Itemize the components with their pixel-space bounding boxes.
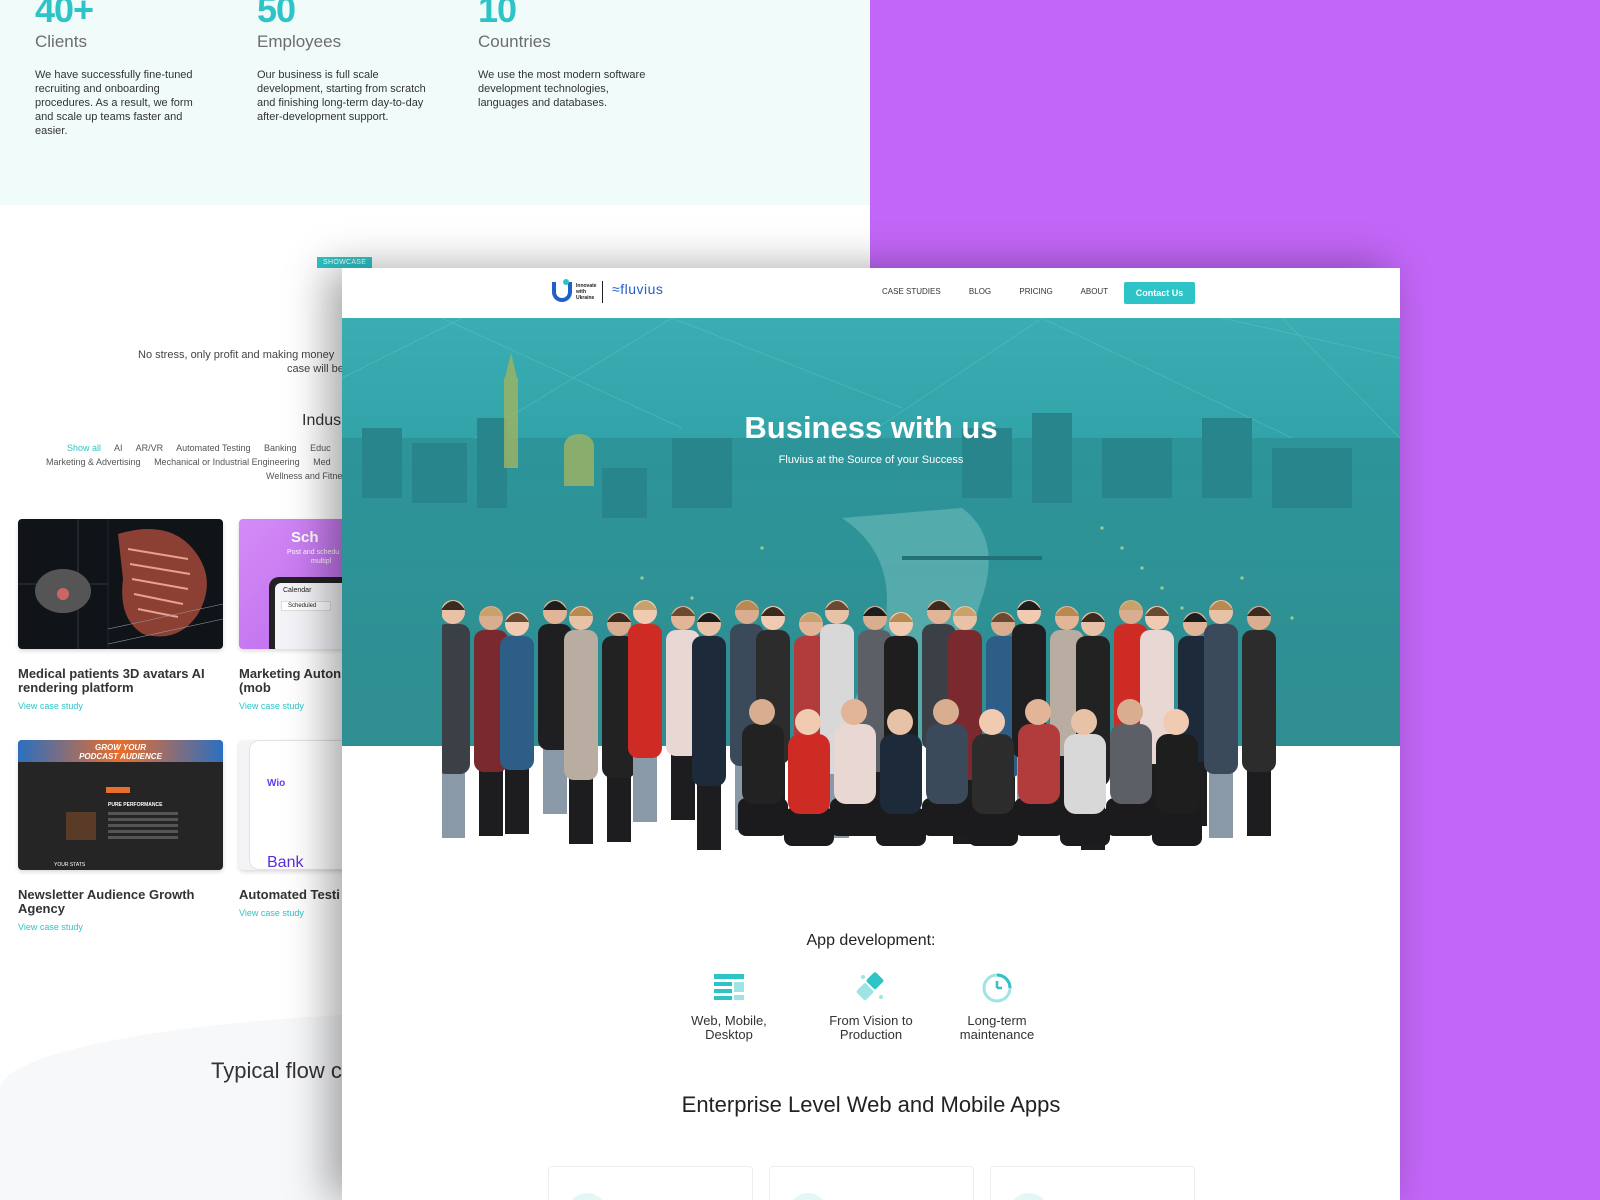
nav-case-studies[interactable]: CASE STUDIES xyxy=(882,287,941,296)
view-case-study-link[interactable]: View case study xyxy=(18,922,223,932)
nav-pricing[interactable]: PRICING xyxy=(1019,287,1052,296)
filter-banking[interactable]: Banking xyxy=(264,443,297,453)
feature-label-line-2: Desktop xyxy=(705,1027,753,1042)
medical-scan-graphic xyxy=(18,519,223,649)
medical-scan-image xyxy=(18,519,223,649)
filter-show-all[interactable]: Show all xyxy=(67,443,101,453)
team-member xyxy=(692,612,726,850)
team-member xyxy=(442,600,470,838)
section-label: PURE PERFORMANCE xyxy=(108,802,163,808)
card-icon xyxy=(788,1193,828,1200)
card-icon xyxy=(1009,1193,1049,1200)
image-logo: Wio xyxy=(267,778,286,789)
stat-description: Our business is full scale development, … xyxy=(257,69,426,123)
team-member xyxy=(500,612,534,834)
case-title: Medical patients 3D avatars AI rendering… xyxy=(18,666,205,695)
stat-number: 40+ xyxy=(35,0,94,30)
fluvius-logo[interactable]: ≈fluvius xyxy=(612,281,663,297)
filter-education[interactable]: Educ xyxy=(310,443,331,453)
industries-heading: Indus xyxy=(302,412,342,429)
podcast-image: GROW YOUR PODCAST AUDIENCE PURE PERFORMA… xyxy=(18,740,223,870)
nav-blog[interactable]: BLOG xyxy=(969,287,991,296)
filter-ar-vr[interactable]: AR/VR xyxy=(136,443,164,453)
stat-number: 50 xyxy=(257,0,296,30)
filter-wellness[interactable]: Wellness and Fitne xyxy=(266,471,342,481)
image-word: Bank xyxy=(267,854,304,870)
logo-small-text: Innovate with Ukraine xyxy=(576,283,597,301)
filter-mechanical[interactable]: Mechanical or Industrial Engineering xyxy=(154,457,300,467)
case-card-medical[interactable]: Medical patients 3D avatars AI rendering… xyxy=(18,519,223,711)
filter-marketing[interactable]: Marketing & Advertising xyxy=(46,457,141,467)
card-icon xyxy=(567,1193,607,1200)
feature-label-line-1: Web, Mobile, xyxy=(691,1013,767,1028)
banner-line-1: GROW YOUR xyxy=(95,743,146,752)
logo-divider xyxy=(602,281,603,303)
filter-medical[interactable]: Med xyxy=(313,457,331,467)
app-development-heading: App development: xyxy=(806,932,936,949)
front-page-screenshot: Innovate with Ukraine ≈fluvius CASE STUD… xyxy=(342,268,1400,1200)
stat-description: We use the most modern software developm… xyxy=(478,69,646,109)
stat-employees: 50 Employees Our business is full scale … xyxy=(257,0,432,124)
team-member xyxy=(564,606,598,844)
banner-line-2: PODCAST AUDIENCE xyxy=(79,752,162,761)
team-photo xyxy=(442,600,1276,850)
puzzle-icon xyxy=(854,970,888,1004)
team-member xyxy=(1204,600,1238,838)
image-subtitle-2: multipl xyxy=(311,558,332,565)
view-case-study-link[interactable]: View case study xyxy=(18,701,223,711)
stats-section: 40+ Clients We have successfully fine-tu… xyxy=(0,0,870,205)
innovate-ukraine-logo-icon[interactable] xyxy=(552,282,572,302)
thumbnail xyxy=(66,812,96,840)
case-title: Newsletter Audience Growth Agency xyxy=(18,887,195,916)
team-member xyxy=(628,600,662,822)
stat-number: 10 xyxy=(478,0,517,30)
case-card-newsletter[interactable]: GROW YOUR PODCAST AUDIENCE PURE PERFORMA… xyxy=(18,740,223,932)
nav-links: CASE STUDIES BLOG PRICING ABOUT xyxy=(882,287,1134,296)
filter-ai[interactable]: AI xyxy=(114,443,123,453)
cta-button-mini xyxy=(106,787,130,793)
hero-subtitle: Fluvius at the Source of your Success xyxy=(778,454,964,466)
stat-label: Clients xyxy=(35,32,87,51)
fluvius-wave-icon: ≈ xyxy=(612,281,621,297)
image-subtitle: Post and schedu xyxy=(287,549,340,556)
stat-clients: 40+ Clients We have successfully fine-tu… xyxy=(35,0,210,138)
calendar-label: Calendar xyxy=(283,587,312,594)
text-lines xyxy=(108,812,178,815)
footer-label: YOUR STATS xyxy=(54,862,86,868)
filter-automated-testing[interactable]: Automated Testing xyxy=(176,443,250,453)
logo-brand-text: fluvius xyxy=(620,281,664,297)
stat-label: Employees xyxy=(257,32,342,51)
stat-countries: 10 Countries We use the most modern soft… xyxy=(478,0,653,110)
stat-label: Countries xyxy=(478,32,551,51)
enterprise-heading: Enterprise Level Web and Mobile Apps xyxy=(681,1092,1061,1117)
typical-flow-heading: Typical flow c xyxy=(211,1058,342,1083)
enterprise-card[interactable] xyxy=(990,1166,1195,1200)
enterprise-card[interactable] xyxy=(769,1166,974,1200)
feature-label-line-1: From Vision to xyxy=(829,1013,913,1028)
logo-dot-icon xyxy=(563,279,569,285)
clock-refresh-icon xyxy=(980,970,1014,1004)
image-title: Sch xyxy=(291,529,319,546)
team-member xyxy=(1242,606,1276,836)
hero-title: Business with us xyxy=(744,410,998,445)
scheduled-chip: Scheduled xyxy=(281,601,331,611)
feature-long-term-maintenance: Long-term maintenance xyxy=(942,970,1052,1042)
contact-us-button[interactable]: Contact Us xyxy=(1124,282,1195,304)
feature-label-line-1: Long-term xyxy=(967,1013,1027,1028)
nav-about[interactable]: ABOUT xyxy=(1081,287,1109,296)
feature-web-mobile-desktop: Web, Mobile, Desktop xyxy=(674,970,784,1042)
showcase-badge: SHOWCASE xyxy=(317,257,373,268)
stat-description: We have successfully fine-tuned recruiti… xyxy=(35,69,193,137)
feature-vision-to-production: From Vision to Production xyxy=(816,970,926,1042)
feature-label-line-2: maintenance xyxy=(959,1027,1035,1042)
enterprise-card[interactable] xyxy=(548,1166,753,1200)
layout-icon xyxy=(712,970,746,1004)
feature-label-line-2: Production xyxy=(839,1027,903,1042)
top-navigation: Innovate with Ukraine ≈fluvius CASE STUD… xyxy=(342,268,1400,318)
